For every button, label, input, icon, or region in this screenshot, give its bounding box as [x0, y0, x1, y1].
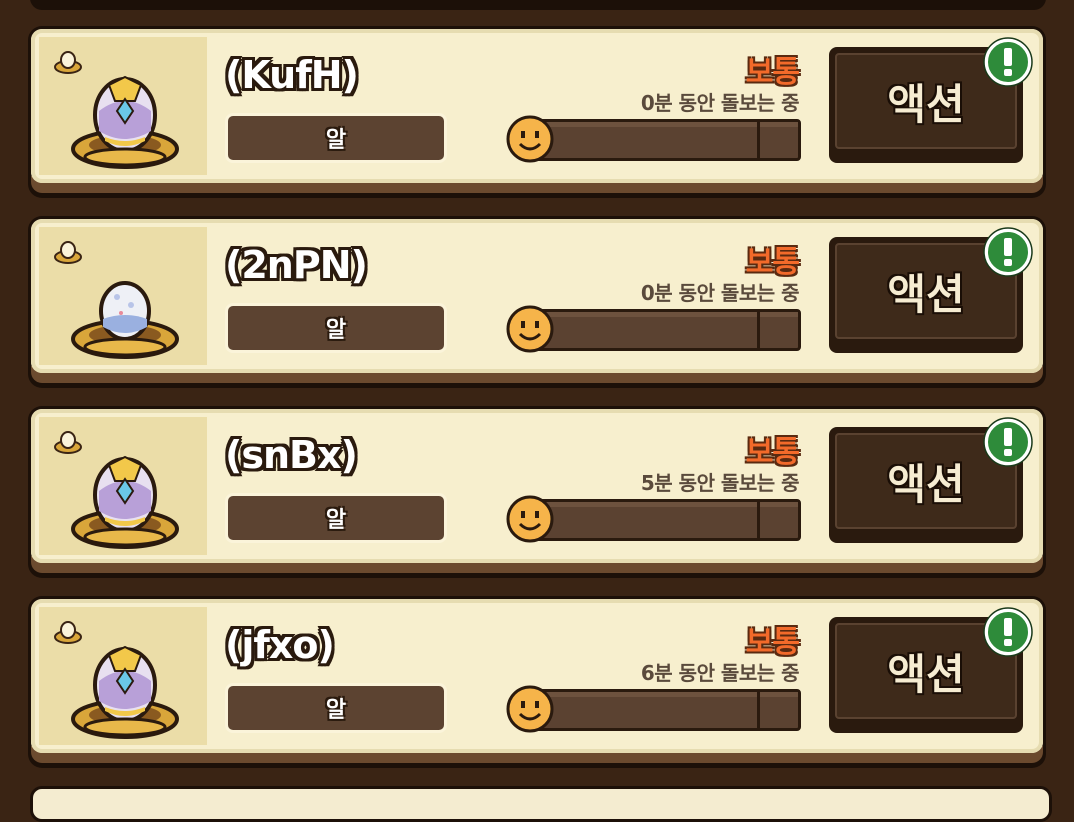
previous-card-edge [30, 0, 1046, 10]
exclamation-icon [983, 417, 1033, 467]
mood-status: 보통 [745, 435, 800, 470]
ornate-egg-icon [71, 645, 179, 739]
pet-portrait[interactable] [39, 37, 207, 175]
care-time-text: 6분 동안 돌보는 중 [640, 661, 800, 685]
card-body: (snBx) 알 보통 5분 동안 돌보는 중 액션 [31, 409, 1043, 563]
smiley-face-icon [506, 115, 554, 163]
exclamation-icon [983, 607, 1033, 657]
smiley-face-icon [506, 495, 554, 543]
exclamation-icon [983, 227, 1033, 277]
pet-card[interactable]: (jfxo) 알 보통 6분 동안 돌보는 중 액션 [28, 596, 1046, 768]
exclamation-icon [983, 37, 1033, 87]
stage-label: 알 [225, 683, 447, 733]
card-body: (2nPN) 알 보통 0분 동안 돌보는 중 액션 [31, 219, 1043, 373]
stage-label: 알 [225, 493, 447, 543]
stage-label: 알 [225, 113, 447, 163]
pet-name: (snBx) [225, 433, 358, 477]
card-body: (jfxo) 알 보통 6분 동안 돌보는 중 액션 [31, 599, 1043, 753]
card-body: (KufH) 알 보통 0분 동안 돌보는 중 액션 [31, 29, 1043, 183]
care-time-text: 0분 동안 돌보는 중 [640, 281, 800, 305]
care-progress-bar [529, 119, 801, 161]
pet-card[interactable]: (KufH) 알 보통 0분 동안 돌보는 중 액션 [28, 26, 1046, 198]
ornate-egg-icon [71, 75, 179, 169]
ornate-egg-icon [71, 455, 179, 549]
stage-label: 알 [225, 303, 447, 353]
next-card-edge [30, 786, 1052, 822]
mood-status: 보통 [745, 625, 800, 660]
pet-card[interactable]: (snBx) 알 보통 5분 동안 돌보는 중 액션 [28, 406, 1046, 578]
pet-list: (KufH) 알 보통 0분 동안 돌보는 중 액션 (2nPN) 알 보통 0… [0, 0, 1074, 822]
care-time-text: 5분 동안 돌보는 중 [640, 471, 800, 495]
mood-status: 보통 [745, 55, 800, 90]
pet-name: (KufH) [225, 53, 359, 97]
mood-status: 보통 [745, 245, 800, 280]
pet-name: (jfxo) [225, 623, 335, 667]
pet-portrait[interactable] [39, 227, 207, 365]
care-progress-bar [529, 309, 801, 351]
smiley-face-icon [506, 305, 554, 353]
care-progress-bar [529, 689, 801, 731]
care-progress-bar [529, 499, 801, 541]
care-time-text: 0분 동안 돌보는 중 [640, 91, 800, 115]
pet-name: (2nPN) [225, 243, 368, 287]
pet-portrait[interactable] [39, 417, 207, 555]
smiley-face-icon [506, 685, 554, 733]
pet-portrait[interactable] [39, 607, 207, 745]
pet-card[interactable]: (2nPN) 알 보통 0분 동안 돌보는 중 액션 [28, 216, 1046, 388]
speckled-egg-icon [71, 281, 179, 359]
